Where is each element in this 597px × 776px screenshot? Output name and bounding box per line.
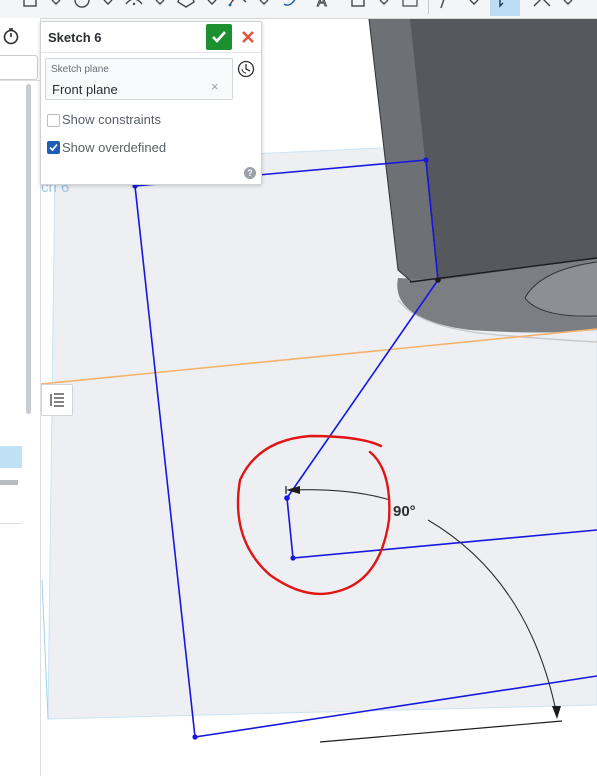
dialog-header-divider: [41, 52, 261, 53]
circle-tool-icon[interactable]: [70, 0, 94, 16]
cancel-button[interactable]: [240, 26, 256, 46]
dropdown-chevron-icon[interactable]: [252, 0, 276, 16]
sketch-list-button[interactable]: [41, 384, 73, 416]
angle-dimension-label[interactable]: 90°: [393, 503, 416, 520]
svg-text:A: A: [317, 0, 327, 10]
feature-panel: e: [0, 18, 41, 776]
view-normal-icon[interactable]: [237, 60, 255, 78]
show-overdefined-label[interactable]: Show overdefined: [62, 140, 166, 155]
checkmark-icon: [49, 143, 58, 152]
polygon-tool-icon[interactable]: [174, 0, 198, 16]
checkmark-icon: [212, 31, 226, 43]
front-plane-edge: [41, 579, 49, 720]
sketch-dialog: Sketch 6 Sketch plane Front plane × Show…: [40, 21, 262, 185]
dropdown-chevron-icon[interactable]: [372, 0, 396, 16]
dropdown-chevron-icon[interactable]: [96, 0, 120, 16]
dropdown-chevron-icon[interactable]: [200, 0, 224, 16]
accept-button[interactable]: [206, 24, 232, 50]
sketch-point: [290, 555, 296, 561]
rectangle-tool-icon[interactable]: [18, 0, 42, 16]
insert-image-icon[interactable]: [346, 0, 370, 16]
sketch-point: [284, 495, 290, 501]
solid-body-face: [410, 19, 597, 280]
sketch-point: [423, 157, 429, 163]
trim-tool-icon[interactable]: [530, 0, 554, 16]
text-tool-icon[interactable]: A: [312, 0, 336, 16]
rollback-bar[interactable]: [0, 480, 18, 485]
show-constraints-label[interactable]: Show constraints: [62, 112, 161, 127]
dimension-extension-line: [319, 720, 563, 743]
dropdown-chevron-icon[interactable]: [44, 0, 68, 16]
feature-list-scrollbar[interactable]: [26, 84, 31, 414]
clear-selection-icon[interactable]: ×: [211, 79, 219, 94]
dropdown-chevron-icon[interactable]: [462, 0, 486, 16]
dropdown-chevron-icon[interactable]: [148, 0, 172, 16]
point-tool-icon[interactable]: [278, 0, 302, 16]
spline-tool-icon[interactable]: [226, 0, 250, 16]
list-icon: [50, 393, 64, 407]
sketch-plane-label: Sketch plane: [51, 64, 109, 75]
close-icon: [242, 31, 254, 43]
sketch-plane-field[interactable]: Sketch plane Front plane ×: [45, 58, 233, 100]
toolbar: A: [0, 0, 597, 19]
toolbar-separator: [428, 0, 429, 14]
selected-feature-row[interactable]: [0, 446, 22, 468]
dropdown-chevron-icon[interactable]: [556, 0, 580, 16]
feature-filter-input[interactable]: e: [0, 55, 38, 80]
show-constraints-checkbox[interactable]: [47, 114, 60, 127]
rollback-timer-icon[interactable]: [2, 27, 20, 45]
help-icon[interactable]: ?: [244, 167, 256, 179]
sketch-line-icon[interactable]: [434, 0, 458, 16]
select-tool-icon[interactable]: [490, 0, 520, 16]
sketch-point: [192, 734, 198, 740]
dimension-arrow: [552, 706, 561, 719]
panel-divider: [0, 523, 22, 524]
show-overdefined-checkbox[interactable]: [47, 141, 60, 154]
sketch-point: [435, 277, 441, 283]
panel-divider: [0, 80, 40, 81]
sketch-dialog-title: Sketch 6: [48, 30, 102, 45]
sketch-plane-value: Front plane: [52, 82, 118, 97]
dxf-import-icon[interactable]: [398, 0, 422, 16]
arc-tool-icon[interactable]: [122, 0, 146, 16]
